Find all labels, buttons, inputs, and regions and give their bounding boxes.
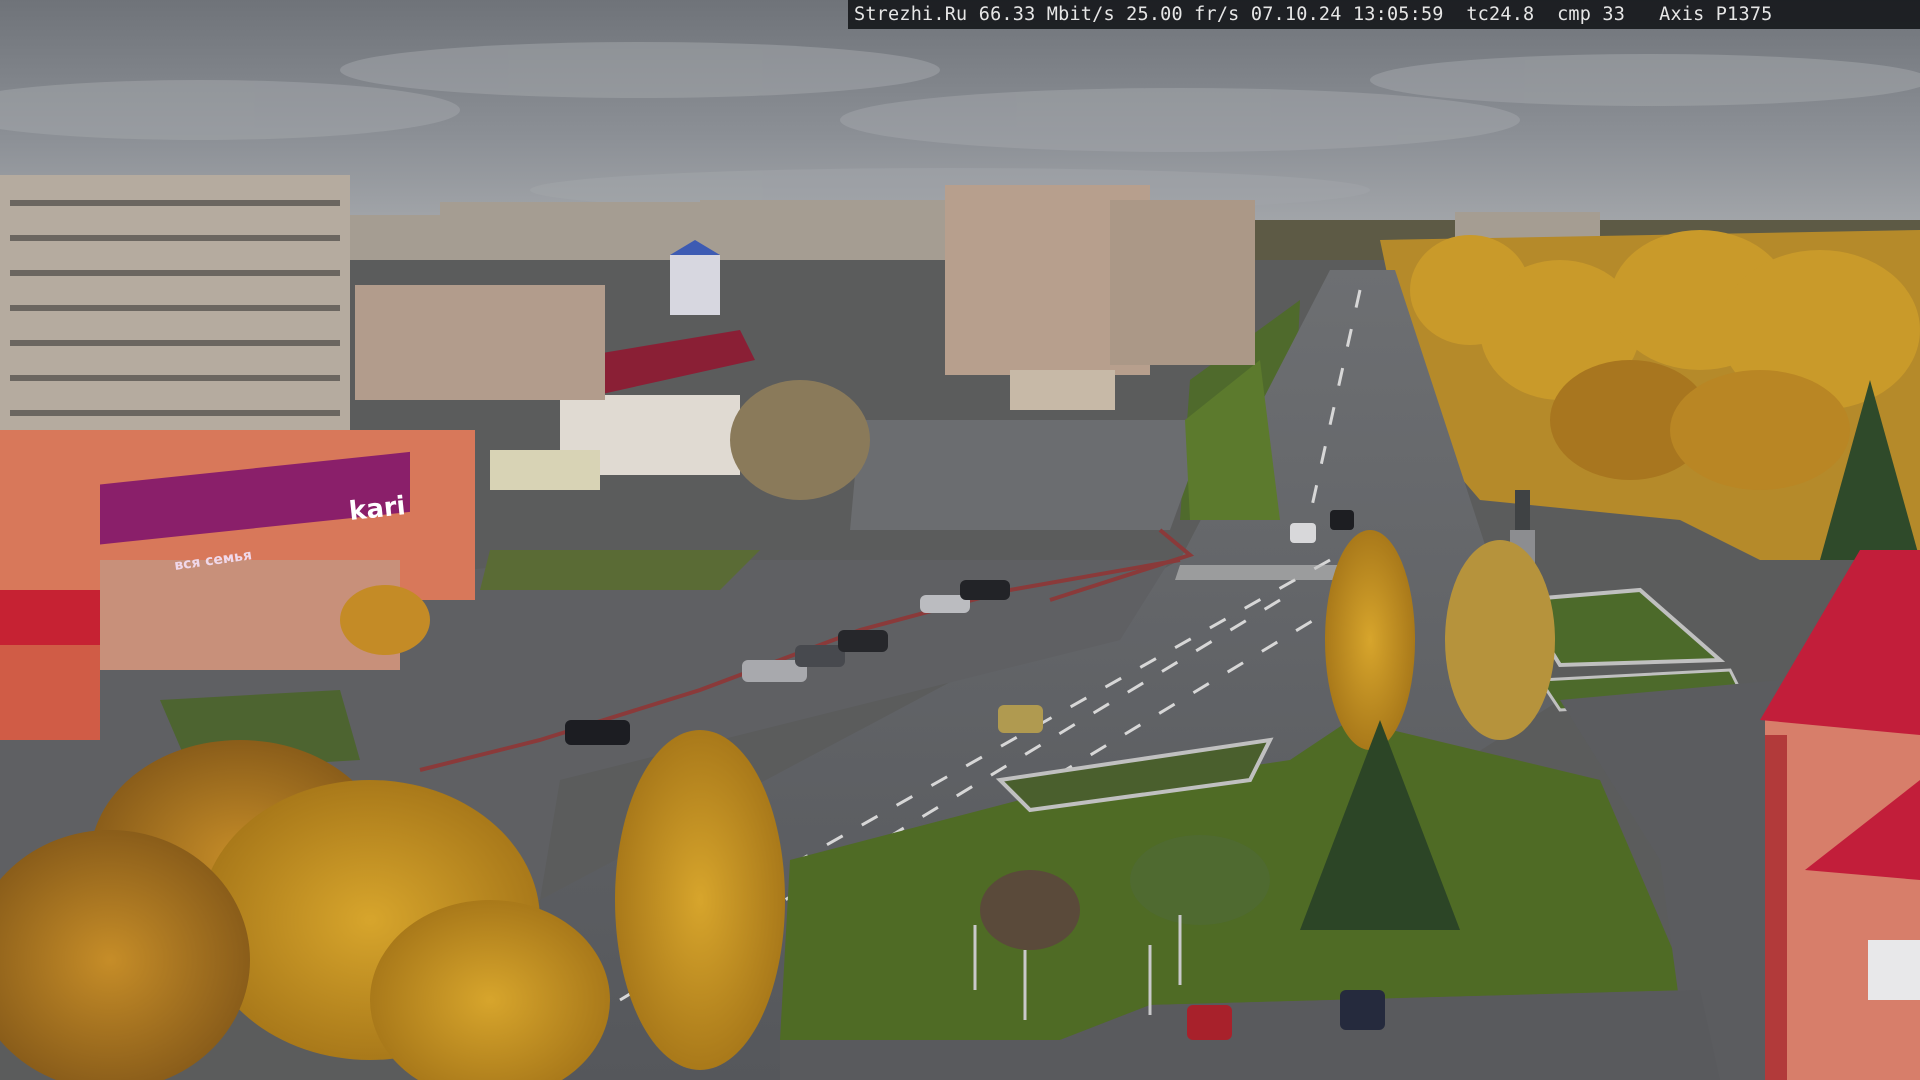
tower-blue-roof [670,255,720,315]
osd-cmp: cmp 33 [1557,4,1626,25]
osd-site: Strezhi.Ru [854,4,968,25]
shop-aqua [490,450,600,490]
monument-statue [1515,490,1530,530]
osd-camera-model: Axis P1375 [1659,4,1773,25]
osd-time: 13:05:59 [1352,4,1444,25]
central-square [850,420,1210,530]
bush [980,870,1080,950]
osd-framerate: 25.00 fr/s [1126,4,1240,25]
brick-building-mid [355,285,605,400]
kari-logo-sign: kari [348,491,407,527]
osd-bitrate: 66.33 Mbit/s [978,4,1115,25]
camera-frame: kari вся семья Strezhi.Ru 66.33 Mbit/s 2… [0,0,1920,1080]
low-building-square [1010,370,1115,410]
osd-tc: tc24.8 [1466,4,1535,25]
camera-osd-overlay: Strezhi.Ru 66.33 Mbit/s 25.00 fr/s 07.10… [848,0,1920,29]
grass-lawn-left [480,550,760,590]
street-scene: kari вся семья [0,0,1920,1080]
panel-building-center-2 [1110,200,1255,365]
bush-2 [1130,835,1270,925]
osd-date: 07.10.24 [1250,4,1342,25]
